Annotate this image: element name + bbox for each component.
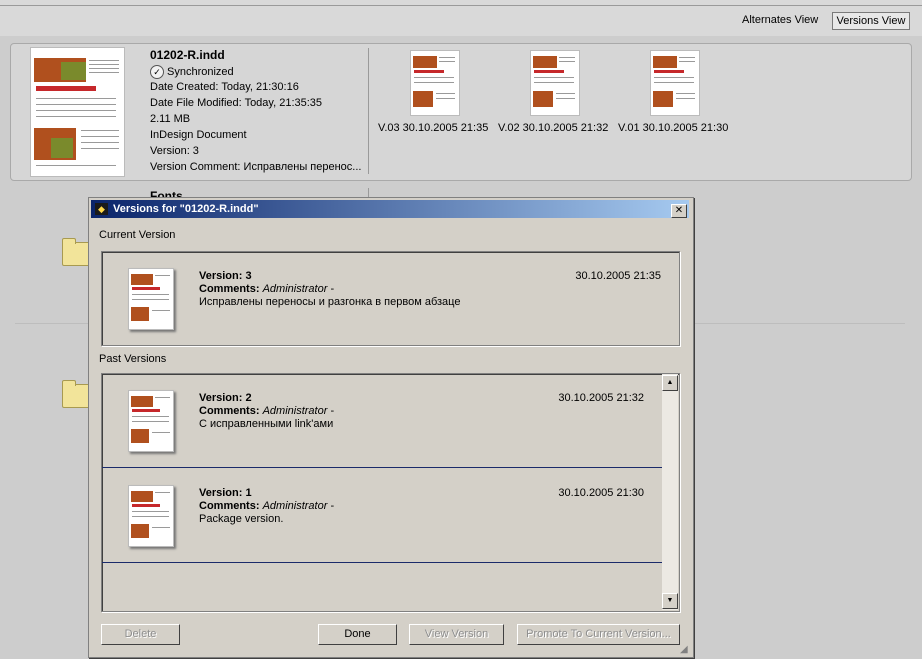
list-separator (102, 467, 662, 468)
asset-thumbnail[interactable] (30, 47, 125, 177)
done-button[interactable]: Done (318, 624, 397, 645)
checkmark-icon: ✓ (150, 65, 164, 79)
scroll-up-icon[interactable]: ▲ (662, 375, 678, 391)
version-date: 30.10.2005 21:32 (558, 392, 644, 404)
version-label-v02[interactable]: V.02 30.10.2005 21:32 (498, 122, 608, 134)
version-comment: Version Comment: Исправлены перенос... (150, 161, 362, 173)
current-version-name: Version: 3 (199, 270, 252, 282)
vertical-scrollbar[interactable]: ▲ ▼ (662, 374, 678, 610)
list-separator (102, 562, 662, 563)
date-modified: Date File Modified: Today, 21:35:35 (150, 97, 323, 109)
version-number: Version: 3 (150, 145, 199, 157)
current-version-label: Current Version (99, 229, 176, 241)
version-comment-text: Package version. (199, 513, 284, 525)
current-version-comments: Comments: Administrator - (199, 283, 334, 295)
sync-status-label: Synchronized (167, 65, 234, 78)
comments-label: Comments: (199, 405, 260, 417)
past-versions-list: Version: 2 Comments: Administrator - С и… (101, 373, 680, 612)
comments-author: Administrator (262, 500, 328, 512)
comments-dash: - (330, 283, 335, 295)
resize-grip-icon[interactable]: ◢ (680, 644, 691, 655)
current-version-entry[interactable]: Version: 3 Comments: Administrator - Исп… (102, 252, 679, 346)
delete-button[interactable]: Delete (101, 624, 180, 645)
date-created: Date Created: Today, 21:30:16 (150, 81, 299, 93)
file-size: 2.11 MB (150, 113, 191, 125)
comments-label: Comments: (199, 500, 260, 512)
view-version-button[interactable]: View Version (409, 624, 504, 645)
dialog-title: Versions for "01202-R.indd" (113, 203, 259, 215)
versions-dialog: ◆ Versions for "01202-R.indd" ✕ Current … (88, 197, 694, 658)
file-type: InDesign Document (150, 129, 247, 141)
comments-dash: - (330, 500, 335, 512)
promote-to-current-button[interactable]: Promote To Current Version... (517, 624, 680, 645)
asset-file-name: 01202-R.indd (150, 48, 225, 62)
asset-panel (10, 43, 912, 181)
list-item[interactable]: Version: 1 Comments: Administrator - Pac… (102, 469, 662, 563)
top-divider (0, 5, 922, 6)
version-date: 30.10.2005 21:30 (558, 487, 644, 499)
version-thumbnail (128, 485, 174, 547)
version-thumbnail (128, 390, 174, 452)
app-icon: ◆ (95, 203, 108, 215)
current-version-date: 30.10.2005 21:35 (575, 270, 661, 282)
version-thumbnail-v02[interactable] (530, 50, 580, 116)
current-version-box: Version: 3 Comments: Administrator - Исп… (101, 251, 680, 346)
past-versions-label: Past Versions (99, 353, 167, 365)
version-comment-text: С исправленными link'ами (199, 418, 334, 430)
dialog-title-bar[interactable]: ◆ Versions for "01202-R.indd" ✕ (91, 200, 689, 218)
version-name: Version: 1 (199, 487, 252, 499)
scroll-down-icon[interactable]: ▼ (662, 593, 678, 609)
sync-status: ✓ Synchronized (150, 65, 234, 79)
version-label-v03[interactable]: V.03 30.10.2005 21:35 (378, 122, 488, 134)
comments-author: Administrator (262, 283, 328, 295)
version-label-v01[interactable]: V.01 30.10.2005 21:30 (618, 122, 728, 134)
comments-label: Comments: (199, 283, 260, 295)
versions-view-tab[interactable]: Versions View (832, 12, 910, 30)
version-thumbnail-v03[interactable] (410, 50, 460, 116)
alternates-view-tab[interactable]: Alternates View (742, 14, 818, 26)
panel-divider (368, 48, 369, 174)
version-name: Version: 2 (199, 392, 252, 404)
current-version-comment-text: Исправлены переносы и разгонка в первом … (199, 296, 461, 308)
close-icon[interactable]: ✕ (671, 204, 687, 218)
comments-author: Administrator (262, 405, 328, 417)
list-item[interactable]: Version: 2 Comments: Administrator - С и… (102, 374, 662, 468)
version-comments: Comments: Administrator - (199, 500, 334, 512)
version-thumbnail-v01[interactable] (650, 50, 700, 116)
version-comments: Comments: Administrator - (199, 405, 334, 417)
comments-dash: - (330, 405, 335, 417)
current-version-thumbnail (128, 268, 174, 330)
